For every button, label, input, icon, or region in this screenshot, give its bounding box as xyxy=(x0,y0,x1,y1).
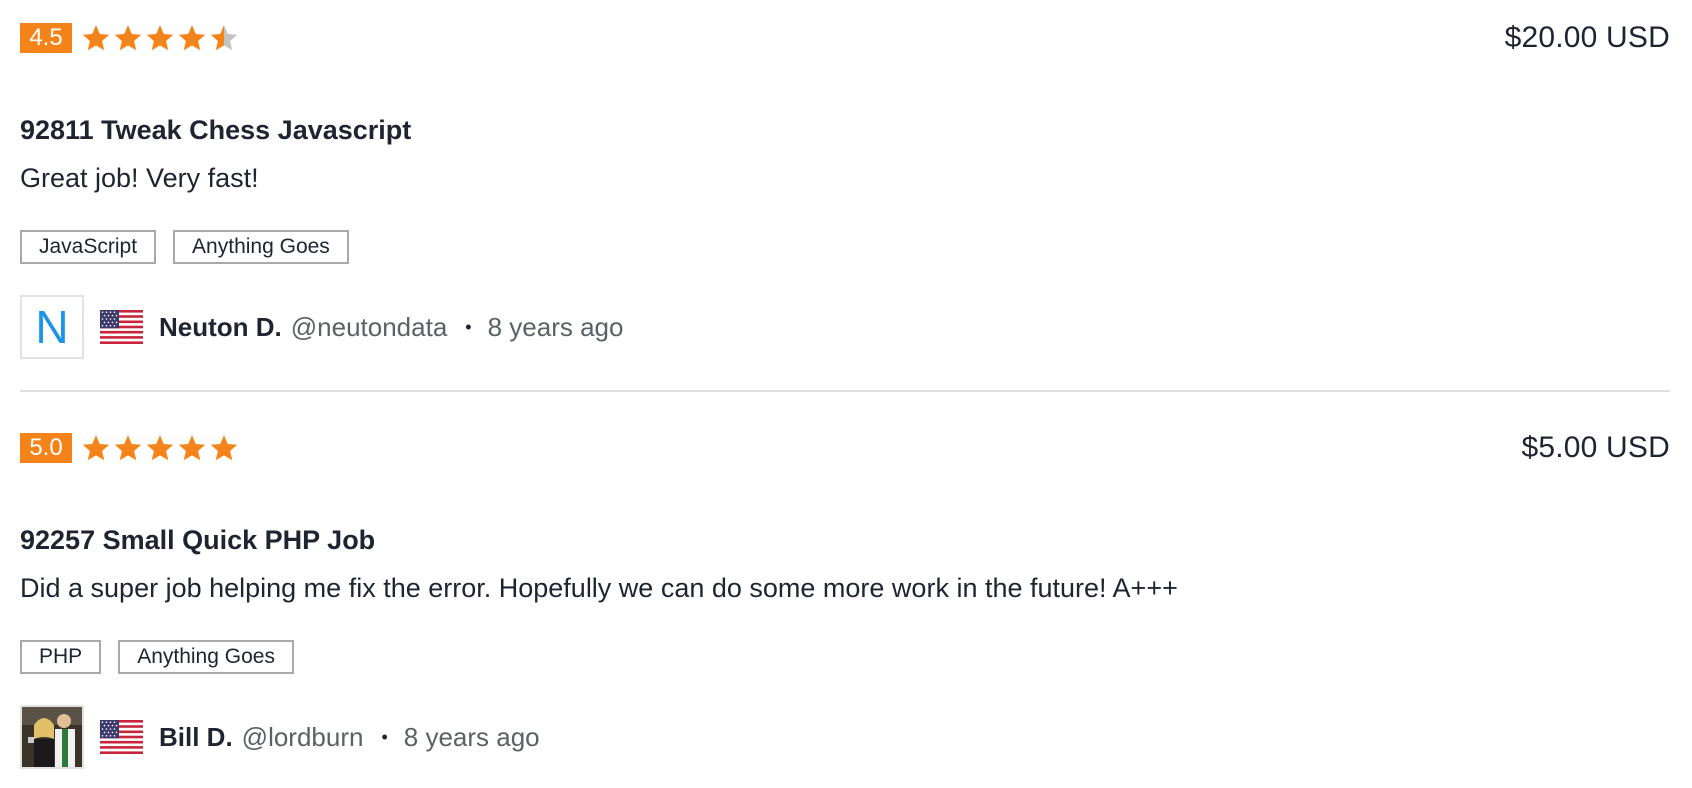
skill-tags: PHP Anything Goes xyxy=(20,640,294,674)
rating-row: 4.5 xyxy=(20,23,239,53)
avatar[interactable] xyxy=(20,705,84,769)
star-icon xyxy=(113,433,143,463)
star-icon xyxy=(177,23,207,53)
review-comment: Great job! Very fast! xyxy=(20,163,259,193)
review-time: 8 years ago xyxy=(487,311,624,342)
rating-score-badge: 4.5 xyxy=(20,23,72,53)
us-flag-icon xyxy=(100,720,143,754)
separator-dot: • xyxy=(465,316,472,337)
review-card: 4.5 $20.00 USD 92811 Tweak Chess Javascr… xyxy=(20,0,1670,380)
project-title-link[interactable]: 92257 Small Quick PHP Job xyxy=(20,523,375,557)
reviewer-info: Bill D. @lordburn • 8 years ago xyxy=(20,705,540,769)
review-time: 8 years ago xyxy=(403,721,540,752)
skill-tags: JavaScript Anything Goes xyxy=(20,230,349,264)
avatar-photo xyxy=(22,707,82,767)
avatar-letter: N xyxy=(35,301,69,353)
reviews-list: 4.5 $20.00 USD 92811 Tweak Chess Javascr… xyxy=(0,0,1692,788)
star-icon xyxy=(209,23,239,53)
review-card: 5.0 $5.00 USD 92257 Small Quick PHP Job … xyxy=(20,410,1670,788)
reviewer-handle[interactable]: @neutondata xyxy=(291,312,448,343)
star-icon xyxy=(177,433,207,463)
review-comment: Did a super job helping me fix the error… xyxy=(20,573,1178,603)
review-divider xyxy=(20,390,1670,392)
reviewer-info: N Neuton D. @neutondata • 8 years ago xyxy=(20,295,623,359)
star-icon xyxy=(113,23,143,53)
us-flag-icon xyxy=(100,310,143,344)
star-icon xyxy=(145,433,175,463)
rating-row: 5.0 xyxy=(20,433,239,463)
avatar[interactable]: N xyxy=(20,295,84,359)
star-icon xyxy=(145,23,175,53)
skill-tag[interactable]: Anything Goes xyxy=(118,640,294,674)
reviewer-name[interactable]: Bill D. xyxy=(159,722,233,753)
star-icon xyxy=(81,23,111,53)
reviewer-name[interactable]: Neuton D. xyxy=(159,312,282,343)
reviewer-handle[interactable]: @lordburn xyxy=(242,722,364,753)
star-rating xyxy=(81,433,239,463)
project-title-link[interactable]: 92811 Tweak Chess Javascript xyxy=(20,113,411,147)
project-price: $5.00 USD xyxy=(1521,431,1670,464)
star-rating xyxy=(81,23,239,53)
skill-tag[interactable]: JavaScript xyxy=(20,230,157,264)
star-icon xyxy=(81,433,111,463)
rating-score-badge: 5.0 xyxy=(20,433,72,463)
skill-tag[interactable]: Anything Goes xyxy=(173,230,349,264)
separator-dot: • xyxy=(381,726,388,747)
skill-tag[interactable]: PHP xyxy=(20,640,102,674)
star-icon xyxy=(209,433,239,463)
project-price: $20.00 USD xyxy=(1504,21,1670,54)
